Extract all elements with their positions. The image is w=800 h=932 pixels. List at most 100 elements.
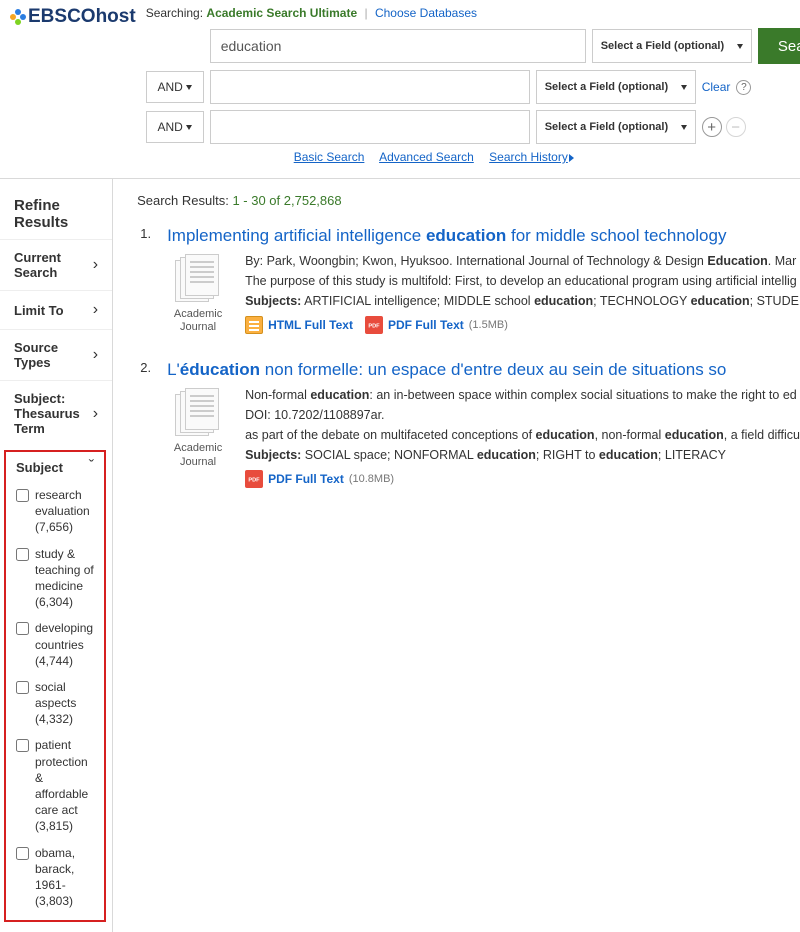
search-header: Searching: Academic Search Ultimate | Ch… bbox=[146, 6, 800, 20]
source-type-col: Academic Journal bbox=[167, 388, 229, 488]
html-icon bbox=[245, 316, 263, 334]
facet-label: Limit To bbox=[14, 303, 64, 318]
chevron-right-icon bbox=[93, 405, 98, 423]
result-title-link[interactable]: Implementing artificial intelligence edu… bbox=[167, 226, 800, 246]
subject-label: study & teaching of medicine (6,304) bbox=[35, 546, 94, 611]
subject-item[interactable]: social aspects (4,332) bbox=[16, 674, 94, 733]
field-select-1[interactable]: Select a Field (optional) bbox=[592, 29, 752, 63]
help-icon[interactable]: ? bbox=[736, 80, 751, 95]
chevron-right-icon bbox=[93, 301, 98, 319]
field-select-3[interactable]: Select a Field (optional) bbox=[536, 110, 696, 144]
result-item: 2. L'éducation non formelle: un espace d… bbox=[137, 360, 800, 488]
logo-text: EBSCOhost bbox=[28, 6, 136, 28]
search-form: Select a Field (optional) Search AND Sel… bbox=[146, 28, 800, 144]
facet-subject[interactable]: Subject bbox=[6, 452, 104, 482]
basic-search-link[interactable]: Basic Search bbox=[294, 150, 365, 164]
subject-item[interactable]: patient protection & affordable care act… bbox=[16, 732, 94, 839]
result-authors: Non-formal education: an in-between spac… bbox=[245, 388, 800, 402]
caret-down-icon bbox=[186, 85, 192, 90]
advanced-search-link[interactable]: Advanced Search bbox=[379, 150, 474, 164]
database-name: Academic Search Ultimate bbox=[206, 6, 357, 20]
html-fulltext-link[interactable]: HTML Full Text bbox=[245, 316, 353, 334]
pdf-icon bbox=[365, 316, 383, 334]
sidebar: Refine Results Current Search Limit To S… bbox=[0, 179, 113, 932]
remove-row-button[interactable]: − bbox=[726, 117, 746, 137]
caret-down-icon bbox=[737, 44, 743, 49]
result-subjects: Subjects: ARTIFICIAL intelligence; MIDDL… bbox=[245, 294, 800, 308]
add-row-button[interactable]: + bbox=[702, 117, 722, 137]
facet-label: Current Search bbox=[14, 250, 93, 280]
chevron-right-icon bbox=[93, 346, 98, 364]
field-select-2[interactable]: Select a Field (optional) bbox=[536, 70, 696, 104]
facet-subject-box: Subject research evaluation (7,656) stud… bbox=[4, 450, 106, 922]
subject-label: research evaluation (7,656) bbox=[35, 487, 94, 536]
search-input-3[interactable] bbox=[210, 110, 530, 144]
result-number: 1. bbox=[137, 226, 151, 334]
boolean-select-2[interactable]: AND bbox=[146, 71, 204, 103]
subject-label: social aspects (4,332) bbox=[35, 679, 94, 728]
clear-link[interactable]: Clear bbox=[702, 80, 731, 94]
result-title-link[interactable]: L'éducation non formelle: un espace d'en… bbox=[167, 360, 800, 380]
bool-label: AND bbox=[158, 80, 183, 94]
subject-label: patient protection & affordable care act… bbox=[35, 737, 94, 834]
chevron-right-icon bbox=[93, 256, 98, 274]
facet-label: Source Types bbox=[14, 340, 93, 370]
results-panel: Search Results: 1 - 30 of 2,752,868 1. I… bbox=[113, 179, 800, 932]
search-button[interactable]: Search bbox=[758, 28, 800, 64]
choose-databases-link[interactable]: Choose Databases bbox=[375, 6, 477, 20]
pdf-fulltext-link[interactable]: PDF Full Text (10.8MB) bbox=[245, 470, 394, 488]
facet-current-search[interactable]: Current Search bbox=[0, 239, 112, 290]
source-type-label: Academic Journal bbox=[167, 442, 229, 468]
document-icon bbox=[175, 388, 221, 438]
caret-down-icon bbox=[681, 125, 687, 130]
facet-source-types[interactable]: Source Types bbox=[0, 329, 112, 380]
refine-heading: Refine Results bbox=[0, 189, 112, 239]
caret-down-icon bbox=[681, 85, 687, 90]
search-links: Basic Search Advanced Search Search Hist… bbox=[294, 150, 800, 164]
subject-item[interactable]: study & teaching of medicine (6,304) bbox=[16, 541, 94, 616]
subject-label: developing countries (4,744) bbox=[35, 620, 94, 669]
search-history-link[interactable]: Search History bbox=[489, 150, 574, 164]
subject-checkbox[interactable] bbox=[16, 681, 29, 694]
subject-item[interactable]: obama, barack, 1961- (3,803) bbox=[16, 840, 94, 915]
results-count: Search Results: 1 - 30 of 2,752,868 bbox=[137, 193, 800, 208]
subject-checkbox[interactable] bbox=[16, 548, 29, 561]
source-type-col: Academic Journal bbox=[167, 254, 229, 334]
search-input-1[interactable] bbox=[210, 29, 586, 63]
chevron-right-icon bbox=[569, 154, 574, 162]
subject-item[interactable]: research evaluation (7,656) bbox=[16, 482, 94, 541]
caret-down-icon bbox=[186, 125, 192, 130]
subject-list: research evaluation (7,656) study & teac… bbox=[6, 482, 104, 914]
facet-thesaurus[interactable]: Subject: Thesaurus Term bbox=[0, 380, 112, 446]
document-icon bbox=[175, 254, 221, 304]
search-input-2[interactable] bbox=[210, 70, 530, 104]
logo: EBSCOhost bbox=[10, 6, 136, 28]
result-abstract: as part of the debate on multifaceted co… bbox=[245, 428, 800, 442]
logo-icon bbox=[10, 9, 26, 25]
bool-label: AND bbox=[158, 120, 183, 134]
subject-checkbox[interactable] bbox=[16, 622, 29, 635]
result-abstract: The purpose of this study is multifold: … bbox=[245, 274, 800, 288]
facet-label: Subject bbox=[16, 460, 63, 475]
subject-label: obama, barack, 1961- (3,803) bbox=[35, 845, 94, 910]
subject-checkbox[interactable] bbox=[16, 739, 29, 752]
facet-limit-to[interactable]: Limit To bbox=[0, 290, 112, 329]
subject-checkbox[interactable] bbox=[16, 489, 29, 502]
result-item: 1. Implementing artificial intelligence … bbox=[137, 226, 800, 334]
boolean-select-3[interactable]: AND bbox=[146, 111, 204, 143]
subject-item[interactable]: developing countries (4,744) bbox=[16, 615, 94, 674]
chevron-down-icon bbox=[89, 458, 94, 476]
source-type-label: Academic Journal bbox=[167, 308, 229, 334]
result-doi: DOI: 10.7202/1108897ar. bbox=[245, 408, 800, 422]
field-label: Select a Field (optional) bbox=[601, 40, 724, 52]
result-number: 2. bbox=[137, 360, 151, 488]
pdf-fulltext-link[interactable]: PDF Full Text (1.5MB) bbox=[365, 316, 508, 334]
subject-checkbox[interactable] bbox=[16, 847, 29, 860]
searching-label: Searching: bbox=[146, 6, 203, 20]
field-label: Select a Field (optional) bbox=[545, 81, 668, 93]
facet-label: Subject: Thesaurus Term bbox=[14, 391, 93, 436]
result-subjects: Subjects: SOCIAL space; NONFORMAL educat… bbox=[245, 448, 800, 462]
pdf-icon bbox=[245, 470, 263, 488]
field-label: Select a Field (optional) bbox=[545, 121, 668, 133]
result-authors: By: Park, Woongbin; Kwon, Hyuksoo. Inter… bbox=[245, 254, 800, 268]
